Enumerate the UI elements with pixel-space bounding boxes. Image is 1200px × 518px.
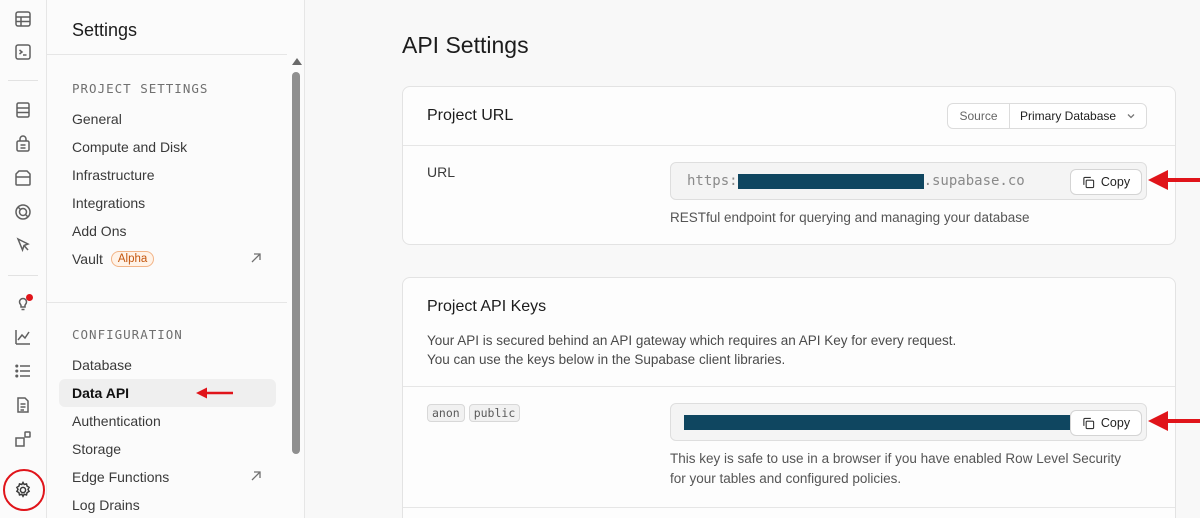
url-prefix: https: (687, 173, 738, 189)
settings-sidebar: Settings PROJECT SETTINGS General Comput… (47, 0, 305, 518)
sidebar-item-infrastructure[interactable]: Infrastructure (59, 161, 276, 189)
sidebar-item-authentication[interactable]: Authentication (59, 407, 276, 435)
notification-dot (26, 294, 33, 301)
url-help-text: RESTful endpoint for querying and managi… (670, 210, 1030, 225)
page-title: API Settings (402, 32, 529, 58)
integrations-icon[interactable] (12, 428, 34, 450)
sidebar-item-compute-and-disk[interactable]: Compute and Disk (59, 133, 276, 161)
chevron-down-icon (1127, 114, 1135, 119)
sidebar-item-add-ons[interactable]: Add Ons (59, 217, 276, 245)
copy-icon (1083, 176, 1095, 188)
key-tags: anon public (427, 404, 524, 422)
project-url-title: Project URL (427, 107, 514, 124)
sidebar-item-integrations[interactable]: Integrations (59, 189, 276, 217)
sidebar-title: Settings (72, 20, 138, 40)
source-dropdown[interactable]: Primary Database (1010, 104, 1146, 128)
red-arrow-annotation (1148, 411, 1200, 431)
gear-icon[interactable] (12, 479, 34, 501)
copy-icon (1083, 417, 1095, 429)
source-selector[interactable]: Source Primary Database (947, 103, 1147, 129)
alpha-badge: Alpha (110, 251, 155, 267)
rail-divider (8, 80, 38, 81)
red-arrow-annotation (1148, 170, 1200, 190)
table-editor-icon[interactable] (12, 8, 34, 30)
sidebar-divider (47, 302, 287, 303)
key-help-line1: This key is safe to use in a browser if … (670, 451, 1121, 466)
key-help-line2: for your tables and configured policies. (670, 471, 902, 486)
api-keys-card: Project API Keys Your API is secured beh… (402, 277, 1176, 518)
source-value: Primary Database (1020, 109, 1117, 123)
api-keys-title: Project API Keys (427, 298, 547, 315)
main-content: API Settings Project URL Source Primary … (306, 0, 1200, 518)
red-arrow-annotation (196, 387, 233, 399)
api-docs-icon[interactable] (12, 394, 34, 416)
sidebar-item-log-drains[interactable]: Log Drains (59, 491, 276, 518)
anon-key-field[interactable]: Copy (670, 403, 1147, 441)
sidebar-divider (47, 54, 287, 55)
sidebar-item-edge-functions[interactable]: Edge Functions (59, 463, 276, 491)
logs-list-icon[interactable] (12, 360, 34, 382)
sidebar-item-data-api[interactable]: Data API (59, 379, 276, 407)
redacted-project-ref (737, 173, 924, 189)
copy-url-button[interactable]: Copy (1070, 169, 1142, 195)
sidebar-scrollbar[interactable] (290, 58, 302, 518)
sidebar-item-storage[interactable]: Storage (59, 435, 276, 463)
url-field[interactable]: https: .supabase.co Copy (670, 162, 1147, 200)
card-divider (403, 507, 1175, 508)
redacted-anon-key (684, 414, 1070, 430)
card-divider (403, 386, 1175, 387)
source-label: Source (948, 104, 1010, 128)
sql-editor-icon[interactable] (12, 41, 34, 63)
tag-anon: anon (427, 404, 465, 422)
sidebar-item-vault[interactable]: Vault Alpha (59, 245, 276, 273)
url-label: URL (427, 164, 456, 180)
card-divider (403, 145, 1175, 146)
api-keys-desc-line2: You can use the keys below in the Supaba… (427, 352, 786, 367)
reports-chart-icon[interactable] (12, 326, 34, 348)
sidebar-item-general[interactable]: General (59, 105, 276, 133)
section-label-project-settings: PROJECT SETTINGS (72, 81, 209, 96)
section-label-configuration: CONFIGURATION (72, 327, 183, 342)
database-icon[interactable] (12, 99, 34, 121)
tag-public: public (468, 404, 521, 422)
rail-divider (8, 275, 38, 276)
authentication-icon[interactable] (12, 133, 34, 155)
scroll-up-arrow-icon[interactable] (292, 58, 302, 65)
external-link-icon (251, 253, 261, 263)
project-url-card: Project URL Source Primary Database URL … (402, 86, 1176, 245)
sidebar-item-database[interactable]: Database (59, 351, 276, 379)
scrollbar-thumb[interactable] (292, 72, 300, 454)
cursor-pointer-icon[interactable] (12, 234, 34, 256)
storage-icon[interactable] (12, 167, 34, 189)
api-keys-desc-line1: Your API is secured behind an API gatewa… (427, 333, 957, 348)
icon-rail (0, 0, 47, 518)
url-suffix: .supabase.co (923, 173, 1025, 189)
realtime-icon[interactable] (12, 201, 34, 223)
external-link-icon (251, 471, 261, 481)
copy-key-button[interactable]: Copy (1070, 410, 1142, 436)
